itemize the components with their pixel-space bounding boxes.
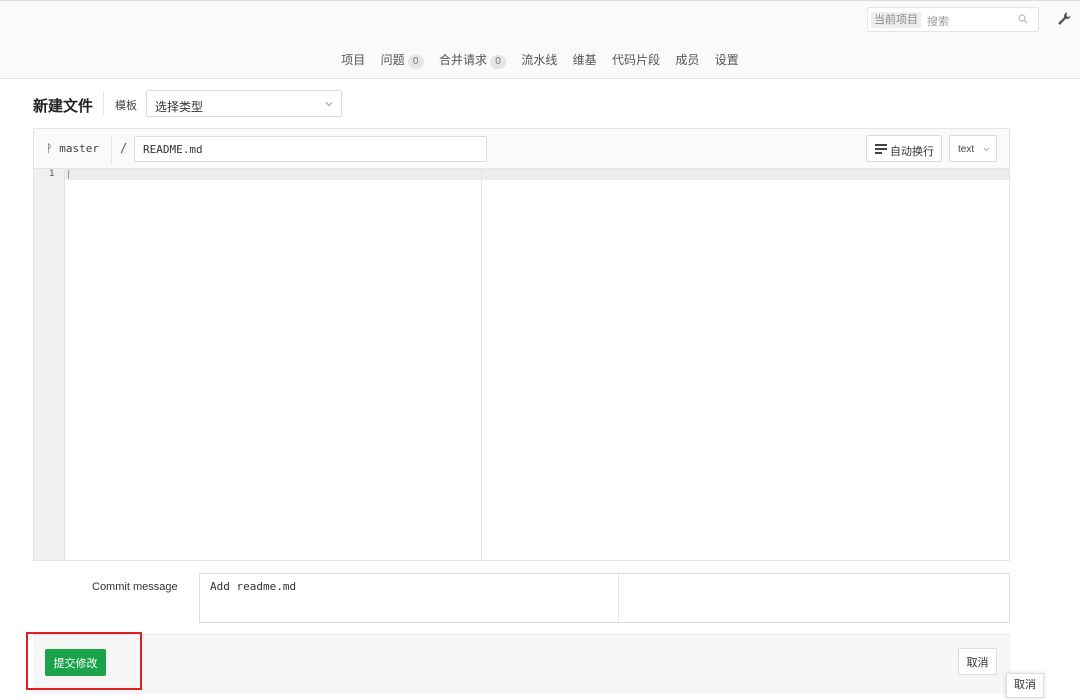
commit-message-field[interactable]: Add readme.md — [199, 573, 1010, 623]
project-nav: 项目 问题 0 合并请求 0 流水线 维基 代码片段 成员 设置 — [0, 51, 1080, 69]
nav-item-merge-requests[interactable]: 合并请求 0 — [439, 51, 506, 69]
annotation-highlight-box — [26, 632, 142, 690]
template-label: 模板 — [115, 100, 137, 112]
branch-icon: ᚹ — [46, 142, 60, 155]
page-title: 新建文件 — [33, 98, 94, 115]
line-number-gutter — [34, 169, 65, 560]
issues-count-badge: 0 — [407, 55, 424, 69]
template-select[interactable]: 选择类型 — [146, 90, 342, 117]
nav-item-wiki[interactable]: 维基 — [573, 51, 597, 68]
form-actions: 提交修改 取消 — [33, 634, 1010, 694]
nav-item-settings[interactable]: 设置 — [715, 51, 739, 68]
text-cursor — [68, 170, 69, 179]
file-name-value: README.md — [143, 143, 203, 156]
search-scope[interactable]: 当前项目 — [871, 12, 921, 28]
chevron-down-icon — [325, 102, 333, 107]
merge-requests-count-badge: 0 — [489, 55, 506, 69]
file-name-input[interactable]: README.md — [134, 136, 487, 162]
editor-header: ᚹ master / README.md 自动换行 text — [34, 129, 1009, 169]
nav-item-project[interactable]: 项目 — [341, 51, 365, 68]
language-value: text — [958, 144, 975, 155]
soft-wrap-button[interactable]: 自动换行 — [866, 135, 942, 162]
line-number: 1 — [49, 169, 55, 179]
search-input[interactable]: 搜索 — [927, 13, 949, 29]
cancel-button[interactable]: 取消 — [958, 648, 997, 675]
branch-divider — [111, 137, 112, 163]
active-line-highlight — [34, 169, 1009, 180]
chevron-down-icon — [983, 147, 990, 152]
title-divider — [103, 91, 104, 115]
nav-item-snippets[interactable]: 代码片段 — [612, 51, 660, 68]
soft-wrap-label: 自动换行 — [890, 146, 934, 158]
commit-message-value: Add readme.md — [210, 580, 297, 593]
template-select-value: 选择类型 — [155, 100, 204, 114]
top-header: 当前项目 搜索 项目 问题 0 合并请求 0 流水线 维基 代码片段 成员 设置 — [0, 0, 1080, 79]
nav-item-members[interactable]: 成员 — [675, 51, 699, 68]
nav-item-pipelines[interactable]: 流水线 — [521, 51, 557, 68]
search-box[interactable]: 当前项目 搜索 — [867, 7, 1039, 32]
wrap-icon — [875, 144, 887, 154]
path-separator: / — [120, 141, 128, 155]
wrench-icon[interactable] — [1057, 11, 1073, 27]
search-icon[interactable] — [1018, 14, 1028, 24]
commit-box-divider — [618, 574, 619, 622]
editor-pane-divider — [481, 169, 482, 560]
commit-message-label: Commit message — [92, 581, 178, 593]
branch-label: ᚹ master — [46, 142, 99, 155]
nav-item-issues[interactable]: 问题 0 — [381, 51, 424, 69]
language-select[interactable]: text — [949, 135, 997, 162]
cancel-tooltip: 取消 — [1006, 673, 1044, 698]
file-editor: ᚹ master / README.md 自动换行 text 1 — [33, 128, 1010, 561]
